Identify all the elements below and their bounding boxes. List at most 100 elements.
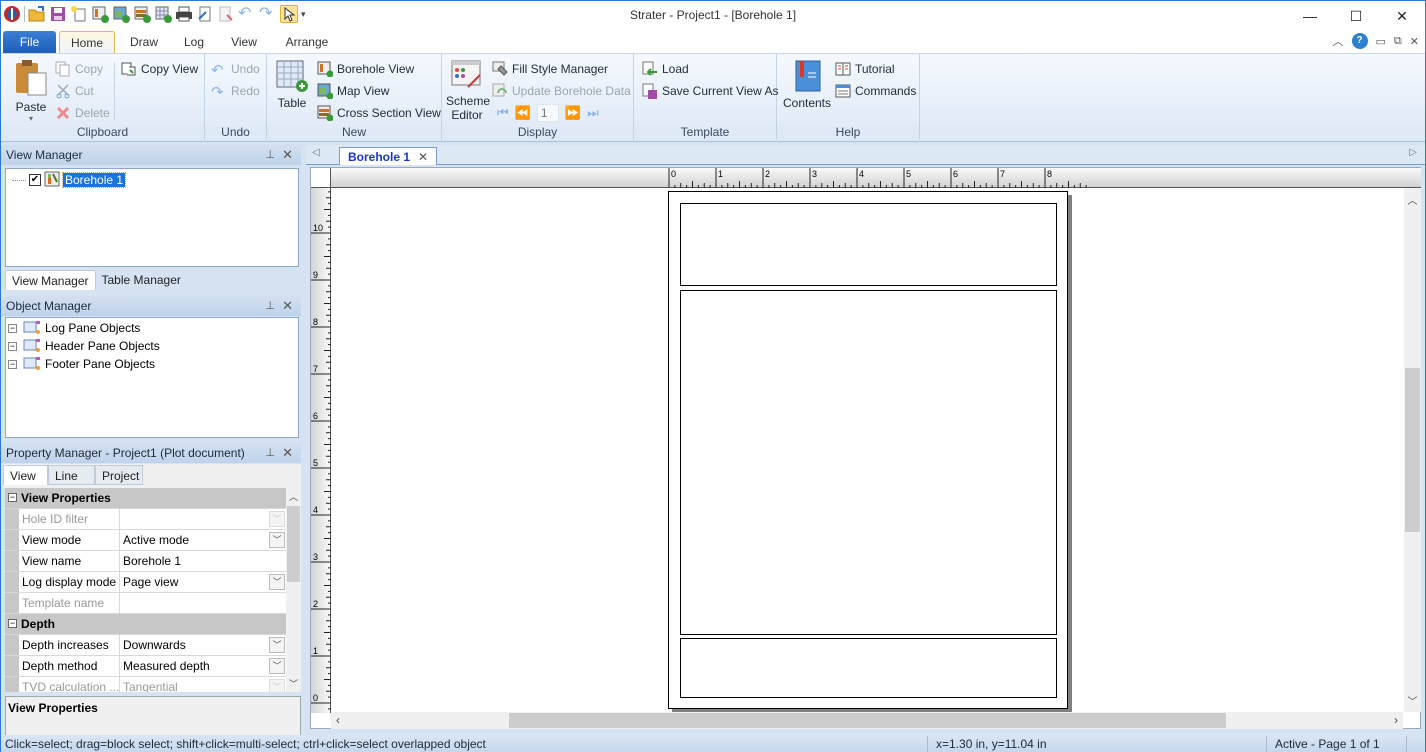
update-borehole-data-button[interactable]: Update Borehole Data (492, 81, 631, 101)
load-template-button[interactable]: Load (642, 59, 689, 79)
last-page-icon[interactable]: ⏭ (587, 105, 599, 121)
document-tab-borehole-1[interactable]: Borehole 1 ✕ (339, 147, 438, 165)
next-page-icon[interactable]: ⏩ (565, 105, 581, 121)
scroll-up-icon[interactable]: ︿ (286, 490, 301, 503)
mdi-close-icon[interactable]: ✕ (1410, 35, 1419, 48)
object-item-header-pane[interactable]: − Header Pane Objects (8, 337, 160, 355)
tab-file[interactable]: File (3, 31, 56, 53)
v-ruler-label: 7 (313, 364, 318, 374)
mdi-restore-icon[interactable]: ⧉ (1394, 35, 1402, 48)
redo-button[interactable]: ↷ Redo (211, 81, 260, 101)
pin-icon[interactable]: ⊥ (265, 443, 275, 463)
tab-line-properties[interactable]: Line (48, 465, 95, 485)
cross-section-view-button[interactable]: Cross Section View (317, 103, 441, 123)
property-grid-scrollbar[interactable]: ︿ ﹀ (286, 488, 301, 692)
commands-button[interactable]: Commands (835, 81, 916, 101)
tab-arrange[interactable]: Arrange (277, 31, 337, 53)
save-current-view-as-button[interactable]: Save Current View As (642, 81, 779, 101)
cut-button[interactable]: Cut (55, 81, 94, 101)
view-mode-select[interactable]: Active mode ﹀ (120, 530, 287, 550)
object-item-footer-pane[interactable]: − Footer Pane Objects (8, 355, 155, 373)
pin-icon[interactable]: ⊥ (265, 145, 275, 165)
canvas-horizontal-scrollbar[interactable]: ‹ › (331, 712, 1403, 729)
canvas-vertical-scrollbar[interactable]: ︿ ﹀ (1404, 188, 1421, 712)
expand-toggle-icon[interactable]: − (8, 359, 17, 369)
visibility-checkbox[interactable]: ✔ (29, 174, 41, 186)
object-manager-title: Object Manager (6, 299, 92, 313)
scroll-down-icon[interactable]: ﹀ (286, 677, 301, 690)
ribbon: Paste ▾ Copy Cut Delete Copy View Clipbo… (1, 53, 1425, 142)
mdi-minimize-icon[interactable]: ▭ (1376, 35, 1386, 48)
minimize-button[interactable]: — (1287, 1, 1333, 31)
tab-table-manager[interactable]: Table Manager (96, 270, 187, 290)
maximize-button[interactable]: ☐ (1333, 1, 1379, 31)
footer-pane[interactable] (680, 638, 1057, 698)
section-view-properties[interactable]: − View Properties (5, 488, 287, 509)
tab-view-manager[interactable]: View Manager (5, 270, 96, 290)
tab-scroll-left-icon[interactable]: ◁ (312, 147, 320, 158)
close-panel-icon[interactable]: ✕ (282, 296, 293, 316)
section-depth[interactable]: − Depth (5, 614, 287, 635)
help-icon[interactable]: ? (1351, 33, 1368, 49)
table-button[interactable]: Table (273, 59, 311, 110)
depth-increases-select[interactable]: Downwards ﹀ (120, 635, 287, 655)
scroll-down-icon[interactable]: ﹀ (1404, 693, 1421, 708)
log-pane[interactable] (680, 290, 1057, 635)
scroll-right-icon[interactable]: › (1394, 713, 1398, 727)
depth-method-select[interactable]: Measured depth ﹀ (120, 656, 287, 676)
close-panel-icon[interactable]: ✕ (282, 443, 293, 463)
page-number-field[interactable]: 1 (536, 104, 559, 122)
scroll-up-icon[interactable]: ︿ (1404, 192, 1421, 207)
view-manager-title: View Manager (6, 148, 83, 162)
dropdown-chevron-icon[interactable]: ﹀ (269, 637, 285, 653)
log-display-mode-select[interactable]: Page view ﹀ (120, 572, 287, 592)
close-button[interactable]: ✕ (1379, 1, 1425, 31)
fill-style-manager-button[interactable]: Fill Style Manager (492, 59, 608, 79)
resize-grip-icon[interactable] (1406, 736, 1425, 752)
collapse-section-icon[interactable]: − (8, 619, 17, 628)
copy-button[interactable]: Copy (55, 59, 103, 79)
tab-scroll-right-icon[interactable]: ▷ (1409, 147, 1417, 158)
property-value-text: Active mode (123, 533, 190, 547)
clipboard-group-label: Clipboard (76, 125, 129, 139)
scroll-left-icon[interactable]: ‹ (336, 713, 340, 727)
first-page-icon[interactable]: ⏮ (497, 105, 509, 121)
scheme-editor-button[interactable]: Scheme Editor (446, 59, 490, 122)
expand-toggle-icon[interactable]: − (8, 323, 17, 333)
dropdown-chevron-icon[interactable]: ﹀ (269, 658, 285, 674)
tutorial-button[interactable]: Tutorial (835, 59, 895, 79)
contents-button[interactable]: Contents (781, 59, 833, 110)
close-panel-icon[interactable]: ✕ (282, 145, 293, 165)
status-page: Active - Page 1 of 1 (1266, 736, 1406, 752)
scroll-thumb[interactable] (1405, 368, 1420, 532)
paste-button[interactable]: Paste ▾ (11, 59, 51, 123)
map-view-button[interactable]: Map View (317, 81, 389, 101)
dropdown-chevron-icon[interactable]: ﹀ (269, 574, 285, 590)
delete-button[interactable]: Delete (55, 103, 110, 123)
close-tab-icon[interactable]: ✕ (418, 150, 428, 164)
copy-view-button[interactable]: Copy View (121, 59, 198, 79)
tab-home[interactable]: Home (59, 31, 115, 53)
header-pane[interactable] (680, 203, 1057, 286)
tab-project-properties[interactable]: Project (95, 465, 143, 485)
borehole-view-icon (317, 61, 334, 78)
tab-log[interactable]: Log (173, 31, 215, 53)
previous-page-icon[interactable]: ⏪ (515, 105, 531, 121)
tab-view-properties[interactable]: View (3, 465, 48, 485)
paste-dropdown-icon[interactable]: ▾ (11, 114, 51, 123)
tab-view[interactable]: View (221, 31, 267, 53)
collapse-ribbon-icon[interactable]: ︿ (1333, 33, 1344, 49)
undo-button[interactable]: ↶ Undo (211, 59, 260, 79)
scroll-thumb[interactable] (509, 713, 1226, 728)
view-item-borehole-1[interactable]: ✔ Borehole 1 (12, 171, 127, 189)
expand-toggle-icon[interactable]: − (8, 341, 17, 351)
pin-icon[interactable]: ⊥ (265, 296, 275, 316)
tab-draw[interactable]: Draw (119, 31, 169, 53)
collapse-section-icon[interactable]: − (8, 493, 17, 502)
scroll-thumb[interactable] (287, 506, 300, 582)
view-name-input[interactable]: Borehole 1 (120, 551, 287, 571)
object-item-log-pane[interactable]: − Log Pane Objects (8, 319, 140, 337)
plot-canvas[interactable]: 012345678 10 9 8 7 6 5 4 3 2 1 0 ︿ ﹀ ‹ › (310, 167, 1421, 729)
dropdown-chevron-icon[interactable]: ﹀ (269, 532, 285, 548)
borehole-view-button[interactable]: Borehole View (317, 59, 414, 79)
